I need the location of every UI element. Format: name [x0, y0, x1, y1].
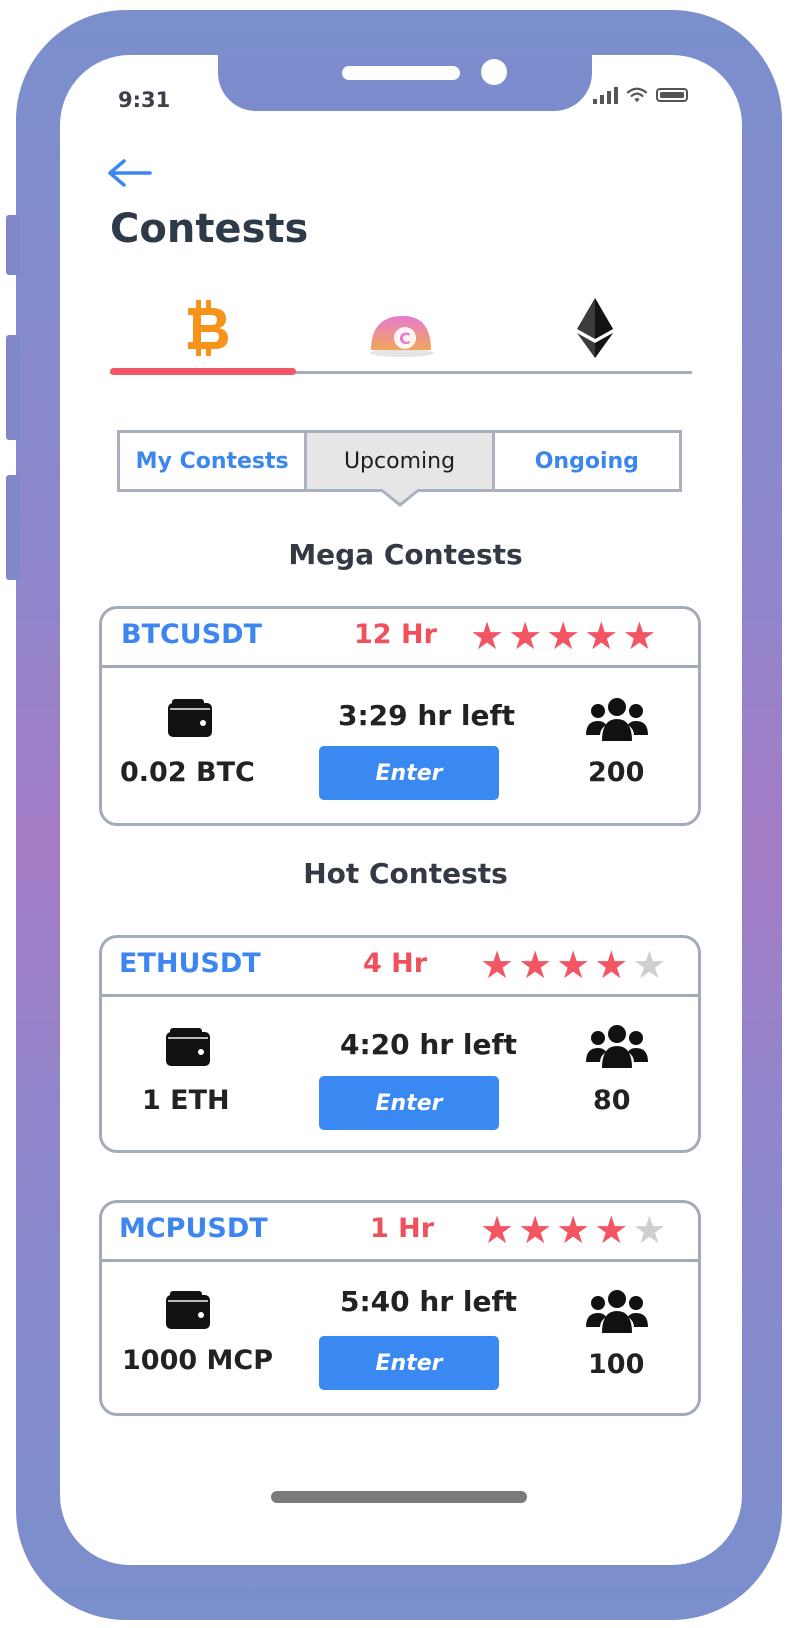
home-indicator[interactable]	[271, 1491, 527, 1503]
side-button-mute	[6, 215, 20, 275]
back-arrow-icon[interactable]	[106, 155, 154, 191]
star-filled-icon: ★	[594, 943, 629, 987]
participants-icon	[586, 1025, 648, 1068]
participant-count: 200	[588, 757, 645, 788]
coin-tabs: C	[110, 290, 692, 376]
star-filled-icon: ★	[518, 943, 553, 987]
card-header: BTCUSDT 12 Hr ★ ★ ★ ★ ★	[102, 609, 698, 668]
star-filled-icon: ★	[546, 614, 581, 658]
contest-card: MCPUSDT 1 Hr ★ ★ ★ ★ ★ 1000 MCP 5:40 hr left…	[99, 1200, 701, 1416]
camera	[481, 59, 507, 85]
star-filled-icon: ★	[556, 943, 591, 987]
side-button-volume-up	[6, 335, 20, 440]
contest-card: BTCUSDT 12 Hr ★ ★ ★ ★ ★ 0.02 BTC 3:29 hr lef…	[99, 606, 701, 826]
segment-my-contests[interactable]: My Contests	[120, 433, 304, 489]
signal-icon	[593, 86, 618, 104]
wallet-icon	[168, 699, 212, 737]
star-filled-icon: ★	[584, 614, 619, 658]
contest-filter: My Contests Upcoming Ongoing	[117, 430, 682, 492]
star-filled-icon: ★	[518, 1208, 553, 1252]
c-coin-icon: C	[370, 316, 434, 357]
status-time: 9:31	[118, 88, 171, 112]
segment-upcoming[interactable]: Upcoming	[304, 433, 495, 489]
time-left: 4:20 hr left	[340, 1028, 518, 1061]
star-empty-icon: ★	[632, 1208, 667, 1252]
star-filled-icon: ★	[470, 614, 505, 658]
participant-count: 100	[588, 1349, 645, 1380]
contest-pair: MCPUSDT	[119, 1213, 268, 1244]
star-filled-icon: ★	[556, 1208, 591, 1252]
bitcoin-icon	[188, 300, 228, 356]
wifi-icon	[626, 87, 648, 103]
rating-stars: ★ ★ ★ ★ ★	[470, 617, 656, 655]
svg-text:C: C	[399, 329, 411, 348]
segment-ongoing[interactable]: Ongoing	[495, 433, 679, 489]
tab-active-indicator	[110, 368, 296, 375]
star-filled-icon: ★	[508, 614, 543, 658]
contest-duration: 4 Hr	[363, 948, 428, 979]
segment-pointer-fill	[381, 488, 419, 503]
card-header: ETHUSDT 4 Hr ★ ★ ★ ★ ★	[102, 938, 698, 997]
wallet-icon	[166, 1028, 210, 1066]
rating-stars: ★ ★ ★ ★ ★	[480, 946, 666, 984]
notch	[218, 55, 592, 111]
tab-coin[interactable]: C	[304, 290, 498, 366]
section-title-hot: Hot Contests	[303, 857, 508, 890]
participants-icon	[586, 698, 648, 741]
participants-icon	[586, 1290, 648, 1333]
contest-duration: 12 Hr	[354, 619, 437, 650]
enter-button[interactable]: Enter	[319, 746, 499, 800]
section-title-mega: Mega Contests	[288, 538, 523, 571]
star-filled-icon: ★	[622, 614, 657, 658]
time-left: 3:29 hr left	[338, 699, 516, 732]
rating-stars: ★ ★ ★ ★ ★	[480, 1211, 666, 1249]
tab-ethereum[interactable]	[498, 290, 692, 366]
enter-button[interactable]: Enter	[319, 1076, 499, 1130]
contest-pair: BTCUSDT	[121, 619, 263, 650]
participant-count: 80	[593, 1085, 631, 1116]
time-left: 5:40 hr left	[340, 1285, 518, 1318]
prize-amount: 0.02 BTC	[120, 757, 255, 788]
enter-button[interactable]: Enter	[319, 1336, 499, 1390]
contest-card: ETHUSDT 4 Hr ★ ★ ★ ★ ★ 1 ETH 4:20 hr left En…	[99, 935, 701, 1153]
star-filled-icon: ★	[594, 1208, 629, 1252]
card-header: MCPUSDT 1 Hr ★ ★ ★ ★ ★	[102, 1203, 698, 1262]
prize-amount: 1000 MCP	[122, 1345, 274, 1376]
tab-bitcoin[interactable]	[110, 290, 304, 366]
status-icons	[593, 86, 688, 104]
contest-duration: 1 Hr	[370, 1213, 435, 1244]
star-empty-icon: ★	[632, 943, 667, 987]
star-filled-icon: ★	[480, 1208, 515, 1252]
wallet-icon	[166, 1291, 210, 1329]
speaker	[342, 66, 460, 80]
star-filled-icon: ★	[480, 943, 515, 987]
ethereum-icon	[577, 298, 613, 358]
page-title: Contests	[110, 206, 309, 252]
battery-icon	[656, 88, 688, 102]
prize-amount: 1 ETH	[142, 1085, 230, 1116]
contest-pair: ETHUSDT	[119, 948, 261, 979]
